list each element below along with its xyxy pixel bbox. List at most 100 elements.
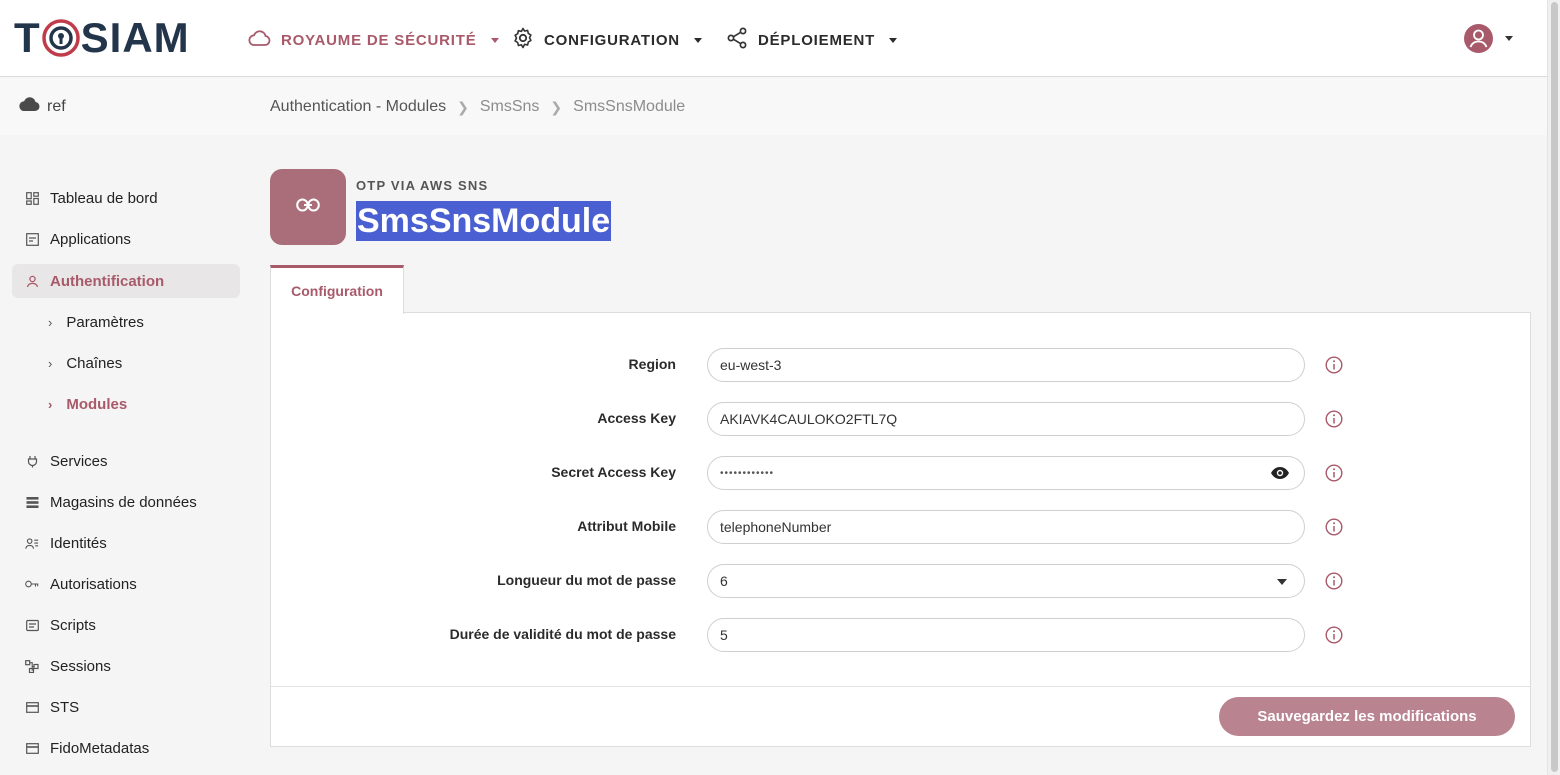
sidebar-item-applications[interactable]: Applications — [12, 222, 240, 256]
sessions-icon — [25, 659, 39, 673]
gear-icon — [512, 27, 534, 53]
deployment-menu[interactable]: DÉPLOIEMENT — [726, 27, 898, 53]
chevron-right-icon: › — [48, 314, 53, 330]
chevron-right-icon: › — [48, 396, 53, 412]
link-icon — [296, 198, 320, 217]
form-row-secret-access-key: Secret Access Key •••••••••••• — [271, 456, 1530, 490]
sidebar-item-scripts[interactable]: Scripts — [12, 608, 240, 642]
form-row-password-length: Longueur du mot de passe 6 — [271, 564, 1530, 598]
sidebar-item-label: Magasins de données — [50, 493, 197, 511]
info-icon[interactable] — [1325, 356, 1343, 374]
users-icon — [25, 536, 39, 550]
sidebar-item-data-stores[interactable]: Magasins de données — [12, 485, 240, 519]
chevron-right-icon: ❯ — [550, 98, 563, 115]
chevron-down-icon — [889, 37, 898, 43]
configuration-menu[interactable]: CONFIGURATION — [512, 27, 702, 53]
password-validity-label: Durée de validité du mot de passe — [449, 626, 676, 642]
eye-icon[interactable] — [1270, 466, 1290, 480]
sidebar-item-label: Autorisations — [50, 575, 137, 593]
avatar-icon — [1464, 24, 1493, 53]
sidebar-item-services[interactable]: Services — [12, 444, 240, 478]
card-icon — [25, 700, 39, 714]
dashboard-icon — [25, 191, 39, 205]
cloud-filled-icon — [17, 96, 41, 117]
panel-divider — [271, 686, 1530, 687]
sidebar-item-label: Paramètres — [66, 313, 144, 331]
sidebar-item-label: Identités — [50, 534, 107, 552]
card-icon — [25, 741, 39, 755]
logo-target-icon — [41, 19, 80, 57]
user-icon — [25, 274, 39, 288]
save-changes-button[interactable]: Sauvegardez les modifications — [1219, 697, 1515, 736]
sidebar-item-label: FidoMetadatas — [50, 739, 150, 757]
sub-header — [0, 78, 1547, 135]
chevron-down-icon — [1277, 579, 1287, 585]
sidebar-item-label: STS — [50, 698, 80, 716]
info-icon[interactable] — [1325, 626, 1343, 644]
chevron-down-icon — [490, 37, 499, 43]
breadcrumb: Authentication - Modules ❯ SmsSns ❯ SmsS… — [270, 98, 685, 116]
sidebar-item-label: Scripts — [50, 616, 96, 634]
secret-access-key-label: Secret Access Key — [551, 464, 676, 480]
tosiam-logo[interactable]: T SIAM — [14, 14, 190, 61]
page-title: SmsSnsModule — [356, 201, 612, 241]
info-icon[interactable] — [1325, 464, 1343, 482]
breadcrumb-current: SmsSnsModule — [573, 98, 686, 115]
sidebar-item-authorizations[interactable]: Autorisations — [12, 567, 240, 601]
sidebar-item-sts[interactable]: STS — [12, 690, 240, 724]
chevron-right-icon: ❯ — [457, 98, 469, 115]
info-icon[interactable] — [1325, 410, 1343, 428]
breadcrumb-item[interactable]: Authentication - Modules — [270, 98, 446, 116]
form-row-access-key: Access Key AKIAVK4CAULOKO2FTL7Q — [271, 402, 1530, 436]
key-icon — [25, 577, 39, 591]
scrollbar-thumb[interactable] — [1551, 2, 1558, 772]
sidebar-item-sessions[interactable]: Sessions — [12, 649, 240, 683]
sidebar-item-fidometadatas[interactable]: FidoMetadatas — [12, 731, 240, 765]
password-length-value: 6 — [720, 573, 728, 589]
sidebar-subitem-parametres[interactable]: › Paramètres — [12, 305, 240, 339]
region-input[interactable]: eu-west-3 — [707, 348, 1305, 382]
sidebar-subitem-modules[interactable]: › Modules — [12, 387, 240, 421]
tab-label: Configuration — [291, 283, 383, 299]
tab-configuration[interactable]: Configuration — [270, 265, 404, 314]
password-validity-input[interactable]: 5 — [707, 618, 1305, 652]
current-realm[interactable]: ref — [17, 96, 66, 117]
access-key-input[interactable]: AKIAVK4CAULOKO2FTL7Q — [707, 402, 1305, 436]
secret-access-key-value: •••••••••••• — [720, 467, 775, 479]
configuration-menu-label: CONFIGURATION — [544, 31, 680, 49]
form-row-region: Region eu-west-3 — [271, 348, 1530, 382]
logo-text-left: T — [14, 14, 41, 61]
breadcrumb-item[interactable]: SmsSns — [480, 98, 540, 116]
sidebar-item-identities[interactable]: Identités — [12, 526, 240, 560]
info-icon[interactable] — [1325, 572, 1343, 590]
sidebar-item-label: Services — [50, 452, 108, 470]
realm-menu-label: ROYAUME DE SÉCURITÉ — [281, 31, 477, 49]
secret-access-key-input[interactable]: •••••••••••• — [707, 456, 1305, 490]
mobile-attribute-value: telephoneNumber — [720, 519, 832, 535]
user-menu[interactable] — [1464, 24, 1513, 53]
sidebar-item-dashboard[interactable]: Tableau de bord — [12, 181, 240, 215]
cloud-icon — [247, 30, 271, 50]
plug-icon — [25, 454, 39, 468]
info-icon[interactable] — [1325, 518, 1343, 536]
sidebar-item-authentification[interactable]: Authentification — [12, 264, 240, 298]
configuration-panel: Region eu-west-3 Access Key AKIAVK4CAULO… — [270, 312, 1531, 747]
chevron-right-icon: › — [48, 355, 53, 371]
form-row-mobile-attribute: Attribut Mobile telephoneNumber — [271, 510, 1530, 544]
password-validity-value: 5 — [720, 627, 728, 643]
password-length-label: Longueur du mot de passe — [497, 572, 676, 588]
realm-menu[interactable]: ROYAUME DE SÉCURITÉ — [247, 28, 499, 52]
page-scrollbar[interactable] — [1547, 0, 1560, 775]
password-length-select[interactable]: 6 — [707, 564, 1305, 598]
share-icon — [726, 27, 748, 53]
mobile-attribute-input[interactable]: telephoneNumber — [707, 510, 1305, 544]
sidebar-subitem-chaines[interactable]: › Chaînes — [12, 346, 240, 380]
chevron-down-icon — [1505, 36, 1513, 41]
form-row-password-validity: Durée de validité du mot de passe 5 — [271, 618, 1530, 652]
module-icon — [270, 169, 346, 245]
access-key-value: AKIAVK4CAULOKO2FTL7Q — [720, 411, 898, 427]
region-value: eu-west-3 — [720, 357, 782, 373]
chevron-down-icon — [693, 37, 702, 43]
sidebar-item-label: Modules — [66, 395, 128, 413]
top-navbar: T SIAM ROYAUME DE SÉCURITÉ CONFIGURATION… — [0, 0, 1547, 77]
